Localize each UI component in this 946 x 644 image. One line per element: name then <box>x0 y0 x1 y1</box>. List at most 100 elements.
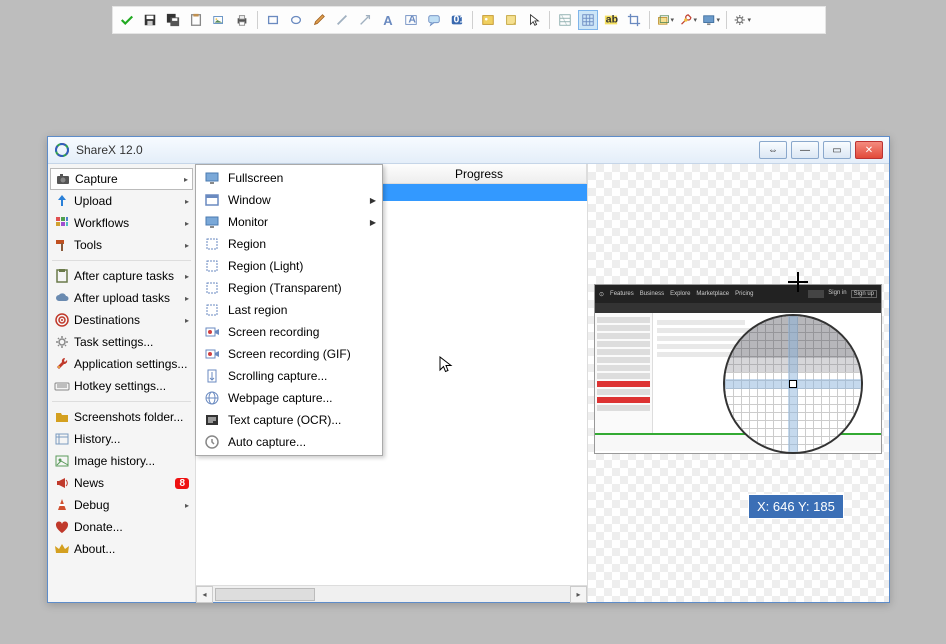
image-tool-icon[interactable] <box>478 10 498 30</box>
sidebar-item-donate[interactable]: Donate... <box>50 516 193 538</box>
horizontal-scrollbar[interactable]: ◂ ▸ <box>196 585 587 602</box>
chevron-right-icon: ▸ <box>185 316 189 325</box>
sidebar-item-news[interactable]: News8 <box>50 472 193 494</box>
monitor-dropdown-icon[interactable]: ▾ <box>701 10 721 30</box>
keyboard-icon <box>54 378 70 394</box>
image-icon <box>54 453 70 469</box>
chevron-right-icon: ▸ <box>185 501 189 510</box>
sidebar-item-about[interactable]: About... <box>50 538 193 560</box>
sidebar: Capture▸Upload▸Workflows▸Tools▸ After ca… <box>48 164 196 602</box>
submenu-item-last-region[interactable]: Last region <box>198 299 380 321</box>
ellipse-select-icon[interactable] <box>286 10 306 30</box>
sidebar-label: Workflows <box>74 216 185 230</box>
pv-signin: Sign in <box>828 290 846 298</box>
sidebar-label: Capture <box>75 172 184 186</box>
speech-icon[interactable] <box>424 10 444 30</box>
monitor-icon <box>202 170 222 186</box>
layer-icon[interactable]: ▾ <box>655 10 675 30</box>
minimize-button[interactable]: — <box>791 141 819 159</box>
sidebar-item-image-history[interactable]: Image history... <box>50 450 193 472</box>
sidebar-label: After capture tasks <box>74 269 185 283</box>
sidebar-item-workflows[interactable]: Workflows▸ <box>50 212 193 234</box>
target-icon <box>54 312 70 328</box>
print-icon[interactable] <box>232 10 252 30</box>
submenu-item-webpage-capture[interactable]: Webpage capture... <box>198 387 380 409</box>
pv-nav-item: Pricing <box>735 291 753 297</box>
submenu-item-scrolling-capture[interactable]: Scrolling capture... <box>198 365 380 387</box>
grid-icon[interactable] <box>578 10 598 30</box>
pv-nav-item: Explore <box>670 291 690 297</box>
sidebar-label: Tools <box>74 238 185 252</box>
sidebar-label: Task settings... <box>74 335 189 349</box>
submenu-item-text-capture-ocr[interactable]: Text capture (OCR)... <box>198 409 380 431</box>
line-icon[interactable] <box>332 10 352 30</box>
submenu-item-region[interactable]: Region <box>198 233 380 255</box>
submenu-item-auto-capture[interactable]: Auto capture... <box>198 431 380 453</box>
tools-dropdown-icon[interactable]: ▾ <box>678 10 698 30</box>
sidebar-item-after-capture-tasks[interactable]: After capture tasks▸ <box>50 265 193 287</box>
titlebar[interactable]: ShareX 12.0 ⇔ — ▭ ✕ <box>48 137 889 164</box>
check-icon[interactable] <box>117 10 137 30</box>
nav-button[interactable]: ⇔ <box>759 141 787 159</box>
submenu-item-region-light[interactable]: Region (Light) <box>198 255 380 277</box>
pv-nav-item: Features <box>610 291 634 297</box>
sidebar-label: Application settings... <box>74 357 189 371</box>
crown-icon <box>54 541 70 557</box>
sidebar-item-screenshots-folder[interactable]: Screenshots folder... <box>50 406 193 428</box>
separator <box>52 401 191 402</box>
pencil-icon[interactable] <box>309 10 329 30</box>
arrow-icon[interactable] <box>355 10 375 30</box>
magnifier <box>723 314 863 454</box>
scroll-thumb[interactable] <box>215 588 315 601</box>
sidebar-item-task-settings[interactable]: Task settings... <box>50 331 193 353</box>
chevron-right-icon: ▶ <box>370 196 376 205</box>
number-icon[interactable]: 01 <box>447 10 467 30</box>
sidebar-label: Destinations <box>74 313 185 327</box>
submenu-item-window[interactable]: Window▶ <box>198 189 380 211</box>
pv-search <box>808 290 824 298</box>
sidebar-item-tools[interactable]: Tools▸ <box>50 234 193 256</box>
hatch-icon[interactable] <box>555 10 575 30</box>
text-icon[interactable]: A <box>378 10 398 30</box>
sidebar-item-upload[interactable]: Upload▸ <box>50 190 193 212</box>
preview-panel: ⊙ Features Business Explore Marketplace … <box>587 164 889 602</box>
sidebar-item-after-upload-tasks[interactable]: After upload tasks▸ <box>50 287 193 309</box>
hammer-icon <box>54 237 70 253</box>
save-all-icon[interactable] <box>163 10 183 30</box>
submenu-label: Monitor <box>228 215 370 229</box>
submenu-label: Region (Light) <box>228 259 376 273</box>
pv-sidebar <box>595 313 653 433</box>
save-icon[interactable] <box>140 10 160 30</box>
submenu-label: Last region <box>228 303 376 317</box>
maximize-button[interactable]: ▭ <box>823 141 851 159</box>
col-progress[interactable]: Progress <box>447 164 587 183</box>
note-icon[interactable] <box>501 10 521 30</box>
submenu-item-monitor[interactable]: Monitor▶ <box>198 211 380 233</box>
sidebar-item-destinations[interactable]: Destinations▸ <box>50 309 193 331</box>
separator <box>649 11 650 29</box>
scroll-icon <box>202 368 222 384</box>
sidebar-item-hotkey-settings[interactable]: Hotkey settings... <box>50 375 193 397</box>
svg-text:abc: abc <box>606 14 618 26</box>
cursor-tool-icon[interactable] <box>524 10 544 30</box>
crop-icon[interactable] <box>624 10 644 30</box>
sidebar-item-capture[interactable]: Capture▸ <box>50 168 193 190</box>
sidebar-item-application-settings[interactable]: Application settings... <box>50 353 193 375</box>
scroll-left-icon[interactable]: ◂ <box>196 586 213 603</box>
text-box-icon[interactable]: A <box>401 10 421 30</box>
settings-gear-icon[interactable]: ▾ <box>732 10 752 30</box>
scroll-right-icon[interactable]: ▸ <box>570 586 587 603</box>
submenu-item-region-transparent[interactable]: Region (Transparent) <box>198 277 380 299</box>
rect-select-icon[interactable] <box>263 10 283 30</box>
sidebar-item-history[interactable]: History... <box>50 428 193 450</box>
copy-image-icon[interactable] <box>209 10 229 30</box>
clipboard-icon[interactable] <box>186 10 206 30</box>
submenu-item-fullscreen[interactable]: Fullscreen <box>198 167 380 189</box>
sidebar-item-debug[interactable]: Debug▸ <box>50 494 193 516</box>
chevron-right-icon: ▶ <box>370 218 376 227</box>
submenu-item-screen-recording-gif[interactable]: Screen recording (GIF) <box>198 343 380 365</box>
pv-signup: Sign up <box>851 290 877 298</box>
submenu-item-screen-recording[interactable]: Screen recording <box>198 321 380 343</box>
abc-highlight-icon[interactable]: abc <box>601 10 621 30</box>
close-button[interactable]: ✕ <box>855 141 883 159</box>
